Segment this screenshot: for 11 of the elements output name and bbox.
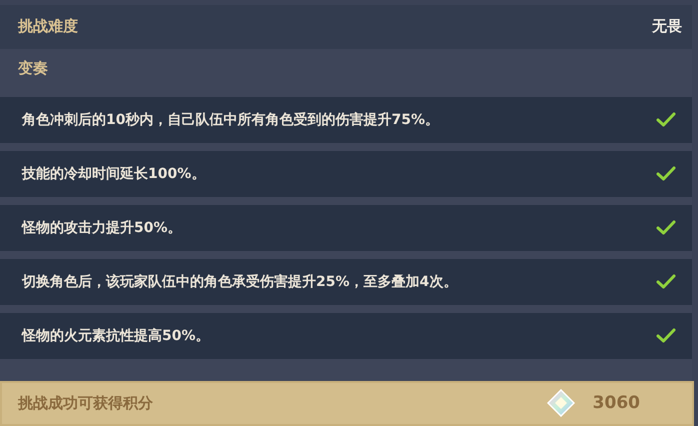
variation-text: 切换角色后，该玩家队伍中的角色承受伤害提升25%，至多叠加4次。 bbox=[22, 272, 458, 291]
variation-text: 怪物的火元素抗性提高50%。 bbox=[22, 326, 210, 345]
variation-text: 角色冲刺后的10秒内，自己队伍中所有角色受到的伤害提升75%。 bbox=[22, 110, 439, 129]
variation-text: 怪物的攻击力提升50%。 bbox=[22, 218, 182, 237]
variation-text: 技能的冷却时间延长100%。 bbox=[22, 164, 206, 183]
reward-points: 3060 bbox=[592, 393, 640, 414]
reward-label: 挑战成功可获得积分 bbox=[18, 394, 154, 413]
section-title: 变奏 bbox=[18, 59, 48, 78]
difficulty-value: 无畏 bbox=[652, 17, 682, 36]
gem-icon bbox=[546, 389, 575, 418]
difficulty-label: 挑战难度 bbox=[18, 17, 78, 36]
